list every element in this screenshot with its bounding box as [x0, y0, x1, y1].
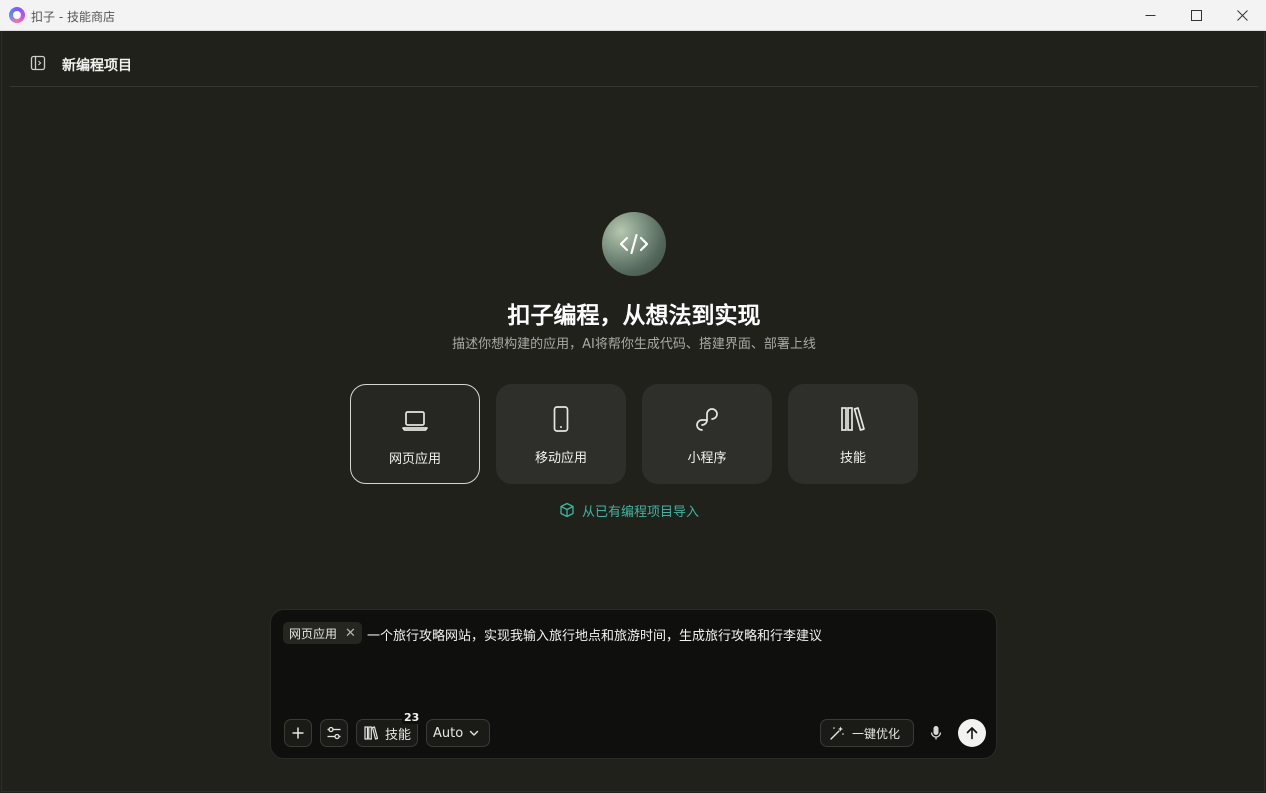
chip-label: 网页应用 [289, 626, 338, 641]
close-button[interactable] [1219, 0, 1265, 31]
books-icon [364, 726, 379, 740]
card-label: 小程序 [687, 451, 727, 466]
chip-close-icon[interactable]: ✕ [345, 626, 356, 641]
send-button[interactable] [958, 719, 986, 747]
app-logo [9, 7, 25, 23]
microphone-icon [930, 726, 942, 740]
card-label: 技能 [839, 451, 866, 466]
import-link-label: 从已有编程项目导入 [582, 504, 700, 520]
maximize-icon [1190, 10, 1202, 21]
code-icon [619, 233, 649, 255]
window-titlebar: 扣子 - 技能商店 [0, 0, 1266, 31]
hero-avatar [602, 212, 666, 276]
hero-subtitle: 描述你想构建的应用，AI将帮你生成代码、搭建界面、部署上线 [452, 337, 816, 352]
card-web-app[interactable]: 网页应用 [350, 384, 480, 484]
sidebar-toggle-icon [30, 55, 46, 71]
sliders-icon [327, 726, 341, 740]
optimize-button[interactable]: 一键优化 [820, 719, 914, 747]
close-icon [1236, 10, 1248, 21]
voice-input-button[interactable] [925, 719, 947, 747]
model-select[interactable]: Auto [426, 719, 490, 747]
prompt-input[interactable]: 一个旅行攻略网站，实现我输入旅行地点和旅游时间，生成旅行攻略和行李建议 [367, 625, 822, 644]
books-icon [841, 407, 865, 431]
minimize-icon [1145, 15, 1155, 16]
model-label: Auto [433, 725, 464, 741]
app-window: 新编程项目 扣子编程，从想法到实现 描述你想构建的应用，AI将帮你生成代码、搭建… [1, 31, 1265, 792]
card-skills[interactable]: 技能 [788, 384, 918, 484]
phone-icon [553, 406, 569, 432]
laptop-icon [402, 411, 428, 431]
sidebar-toggle-button[interactable] [30, 55, 46, 71]
card-label: 移动应用 [534, 451, 587, 466]
card-mini-program[interactable]: 小程序 [642, 384, 772, 484]
settings-button[interactable] [320, 719, 348, 747]
maximize-button[interactable] [1173, 0, 1219, 31]
prompt-composer[interactable]: 网页应用 ✕ 一个旅行攻略网站，实现我输入旅行地点和旅游时间，生成旅行攻略和行李… [270, 609, 997, 759]
optimize-label: 一键优化 [852, 726, 901, 741]
window-title: 扣子 - 技能商店 [31, 10, 115, 24]
card-mobile-app[interactable]: 移动应用 [496, 384, 626, 484]
mini-program-icon [696, 408, 718, 431]
selected-type-chip: 网页应用 ✕ [283, 622, 362, 644]
arrow-up-icon [966, 727, 978, 740]
chevron-down-icon [469, 730, 479, 736]
hero-title: 扣子编程，从想法到实现 [507, 303, 761, 329]
card-label: 网页应用 [388, 452, 441, 467]
plus-icon [292, 727, 304, 739]
page-header: 新编程项目 [10, 31, 1258, 87]
skills-label: 技能 [385, 727, 412, 743]
cube-icon [560, 502, 574, 518]
import-project-link[interactable]: 从已有编程项目导入 [559, 501, 700, 520]
skills-count-badge: 23 [402, 711, 422, 724]
minimize-button[interactable] [1127, 0, 1173, 31]
project-title: 新编程项目 [62, 58, 132, 74]
magic-wand-icon [830, 726, 844, 740]
add-attachment-button[interactable] [284, 719, 312, 747]
